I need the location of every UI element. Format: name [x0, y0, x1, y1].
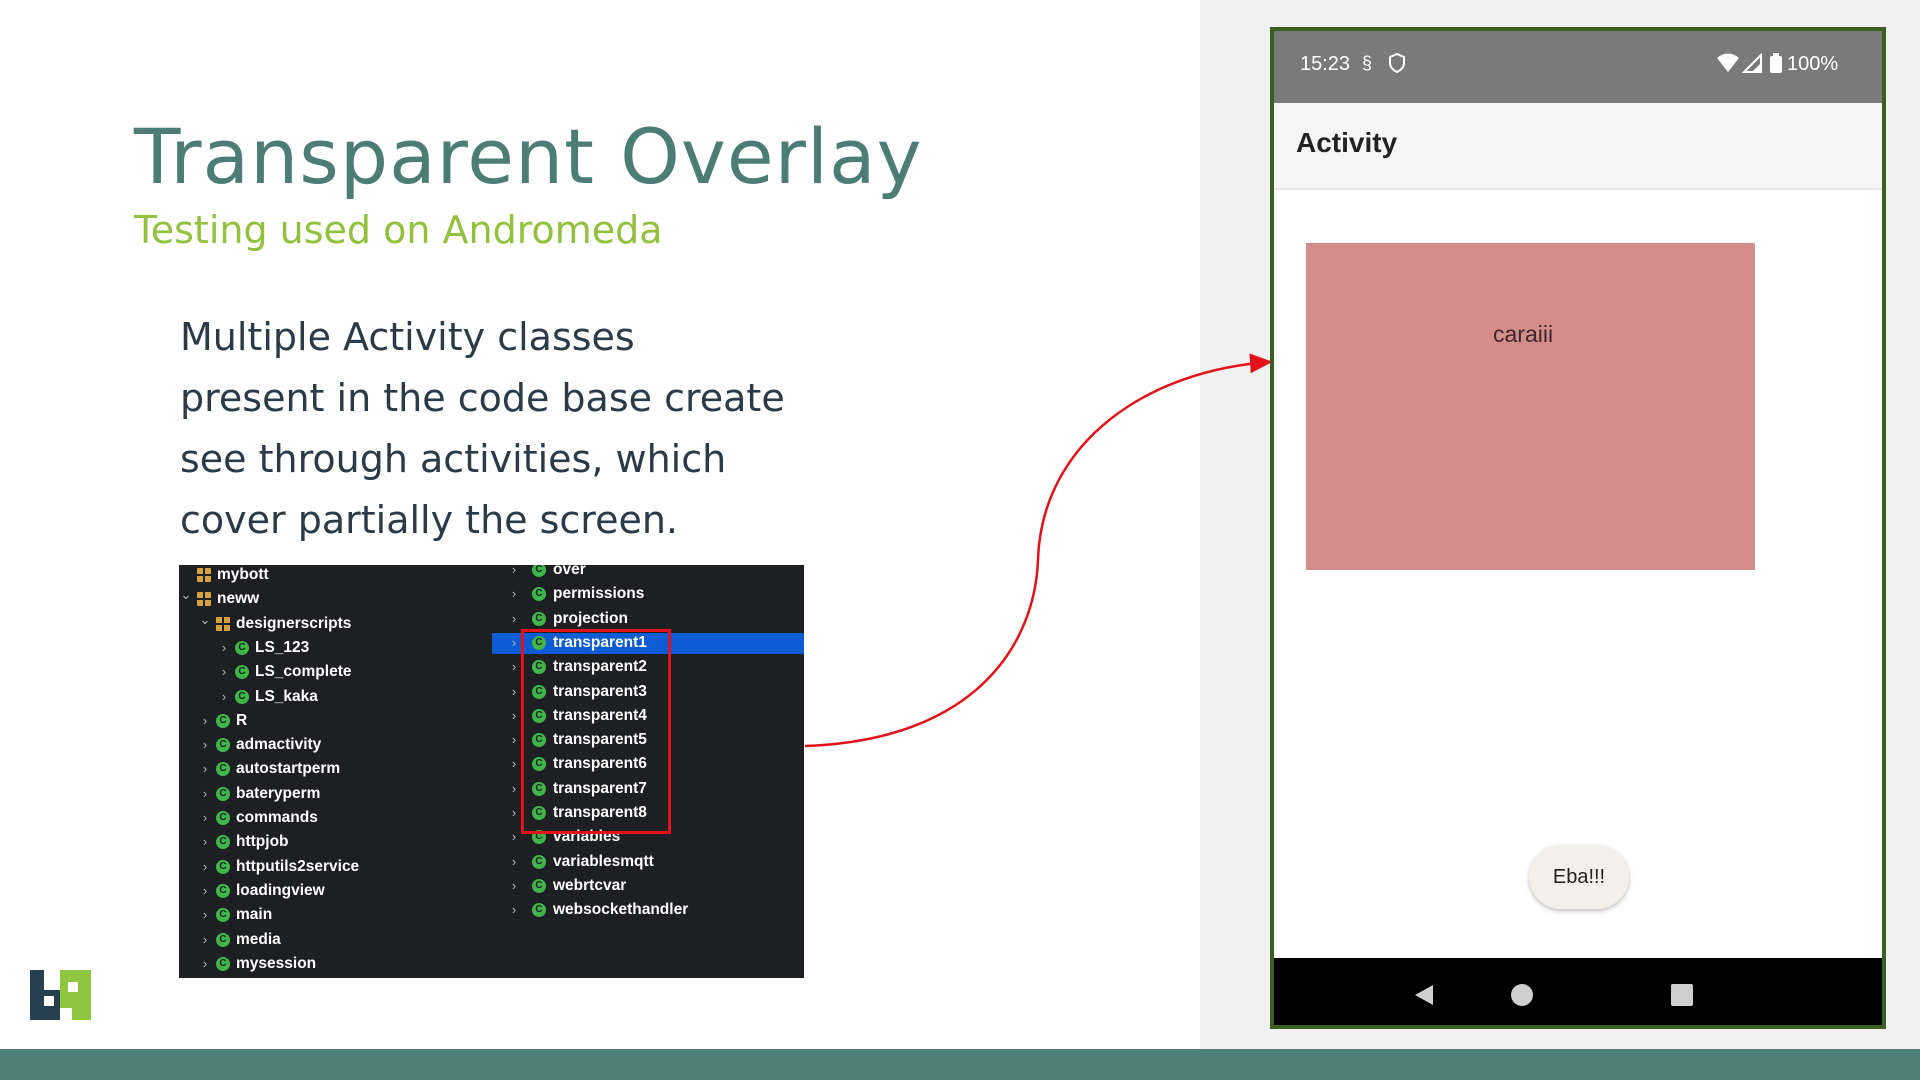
- tree-item[interactable]: › Cmedia: [179, 928, 479, 952]
- home-icon[interactable]: [1492, 958, 1552, 1025]
- class-icon: C: [532, 903, 546, 918]
- chevron-right-icon[interactable]: ›: [507, 631, 521, 655]
- tree-item[interactable]: › Cwebsockethandler: [179, 898, 804, 922]
- chevron-right-icon[interactable]: ›: [507, 582, 521, 606]
- chevron-right-icon[interactable]: ›: [507, 898, 521, 922]
- tree-item[interactable]: › Ctransparent6: [179, 752, 804, 776]
- tree-item[interactable]: › Ctransparent2: [179, 655, 804, 679]
- body-line: Multiple Activity classes: [180, 315, 635, 359]
- toast-message: Eba!!!: [1529, 845, 1629, 909]
- tree-item[interactable]: › Cmysession: [179, 952, 479, 976]
- tree-item[interactable]: › Ctransparent7: [179, 777, 804, 801]
- tree-item-label: media: [236, 930, 281, 948]
- phone-screen: 15:23 § 100% Activity caraiii Eba!!!: [1270, 27, 1886, 1029]
- footer-bar: [0, 1049, 1920, 1080]
- status-time: 15:23: [1300, 53, 1351, 75]
- tree-item[interactable]: › Ctransparent1: [179, 631, 804, 655]
- body-line: present in the code base create: [180, 376, 785, 420]
- tree-item-label: mysession: [236, 954, 317, 972]
- body-line: see through activities, which: [180, 437, 727, 481]
- class-icon: C: [216, 956, 230, 971]
- chevron-right-icon[interactable]: ›: [507, 680, 521, 704]
- back-icon[interactable]: [1394, 958, 1454, 1025]
- shield-icon: [1389, 52, 1405, 78]
- chevron-right-icon[interactable]: ›: [507, 704, 521, 728]
- tree-item[interactable]: › Ctransparent8: [179, 801, 804, 825]
- battery-icon: [1770, 53, 1782, 78]
- chevron-right-icon[interactable]: ›: [507, 801, 521, 825]
- tree-item[interactable]: › Ctransparent5: [179, 728, 804, 752]
- tree-item-label: over: [553, 565, 586, 578]
- tree-item[interactable]: › Cwebrtcvar: [179, 874, 804, 898]
- chevron-right-icon[interactable]: ›: [507, 752, 521, 776]
- chevron-right-icon[interactable]: ›: [507, 655, 521, 679]
- app-bar: Activity: [1274, 103, 1882, 190]
- tree-item[interactable]: › Cprojection: [179, 607, 804, 631]
- class-icon: C: [532, 854, 546, 869]
- tree-item-label: permissions: [553, 585, 645, 603]
- slide-body-text: Multiple Activity classes present in the…: [180, 307, 820, 551]
- body-line: cover partially the screen.: [180, 498, 679, 542]
- chevron-right-icon[interactable]: ›: [507, 565, 521, 582]
- class-icon: C: [532, 587, 546, 602]
- battery-percentage: 100%: [1787, 53, 1839, 75]
- tree-item-label: websockethandler: [553, 901, 689, 919]
- wifi-icon: [1716, 53, 1740, 78]
- chevron-right-icon[interactable]: ›: [507, 850, 521, 874]
- chevron-right-icon[interactable]: ›: [507, 874, 521, 898]
- chevron-right-icon[interactable]: ›: [507, 728, 521, 752]
- navigation-bar: [1274, 958, 1882, 1025]
- sync-icon: §: [1362, 53, 1373, 73]
- tree-item[interactable]: › Cover: [179, 565, 804, 582]
- tree-item[interactable]: › Ctransparent4: [179, 704, 804, 728]
- chevron-right-icon[interactable]: ›: [507, 607, 521, 631]
- project-tree-screenshot: mybott ⌄ neww ⌄ designerscripts › C LS_123 › C LS_…: [179, 565, 804, 978]
- class-icon: C: [532, 878, 546, 893]
- transparent-overlay-box: caraiii: [1306, 243, 1755, 570]
- chevron-right-icon[interactable]: ›: [507, 777, 521, 801]
- slide-subtitle: Testing used on Andromeda: [134, 208, 663, 252]
- tree-item-label: variablesmqtt: [553, 852, 654, 870]
- tree-item-label: webrtcvar: [553, 876, 627, 894]
- tree-item[interactable]: › Cvariablesmqtt: [179, 850, 804, 874]
- class-icon: C: [532, 565, 546, 577]
- status-bar: 15:23 § 100%: [1274, 31, 1882, 103]
- company-logo: [30, 970, 91, 1020]
- slide-title: Transparent Overlay: [134, 112, 923, 201]
- tree-item[interactable]: › Ctransparent3: [179, 680, 804, 704]
- recents-icon[interactable]: [1652, 958, 1712, 1025]
- chevron-right-icon[interactable]: ›: [198, 952, 212, 976]
- overlay-text: caraiii: [1493, 321, 1554, 347]
- tree-item-label: projection: [553, 609, 628, 627]
- tree-item[interactable]: › Cvariables: [179, 825, 804, 849]
- signal-icon: [1741, 52, 1762, 78]
- app-bar-title: Activity: [1296, 127, 1398, 158]
- chevron-right-icon[interactable]: ›: [198, 928, 212, 952]
- class-icon: C: [532, 611, 546, 626]
- class-icon: C: [216, 932, 230, 947]
- highlight-box: [521, 629, 671, 834]
- tree-item[interactable]: › Cpermissions: [179, 582, 804, 606]
- chevron-right-icon[interactable]: ›: [507, 825, 521, 849]
